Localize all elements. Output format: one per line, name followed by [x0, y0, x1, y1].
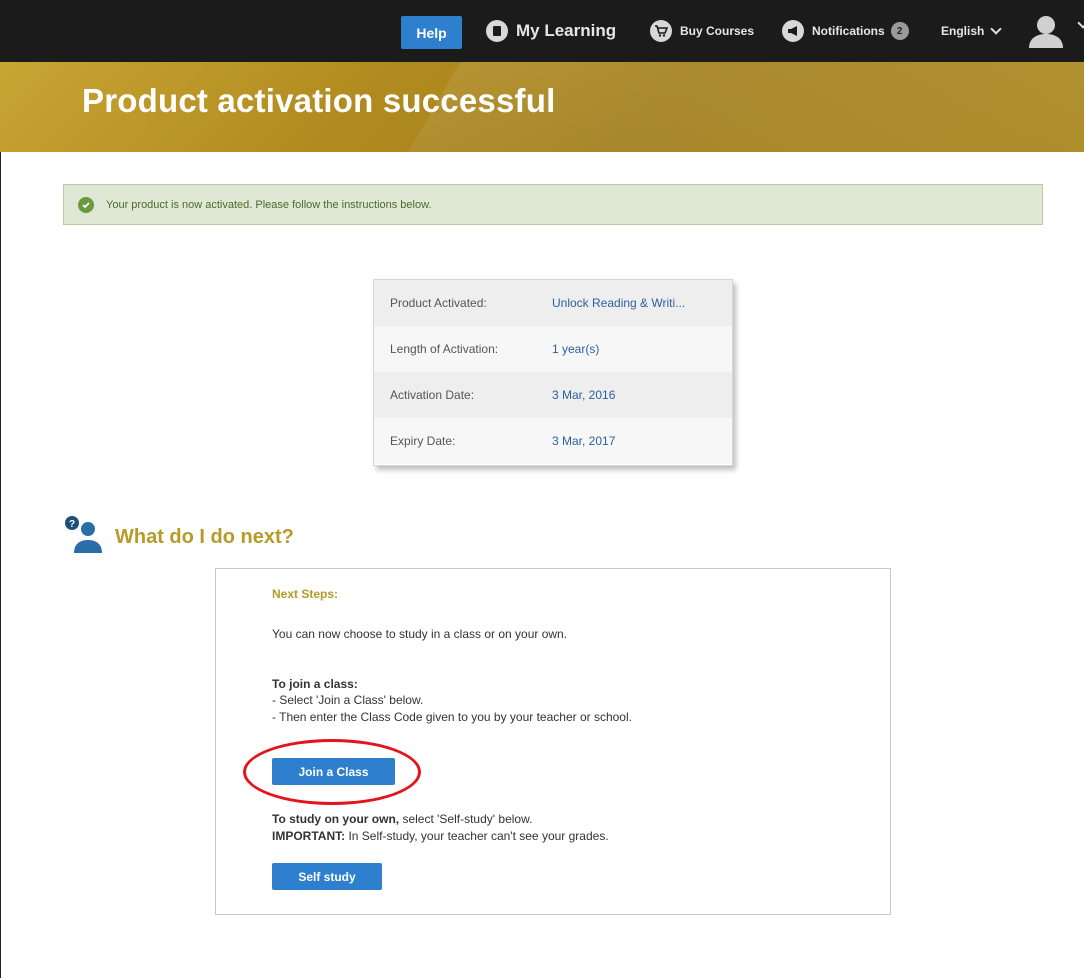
product-info-table: Product Activated: Unlock Reading & Writ…: [373, 279, 733, 466]
self-study-bold: To study on your own,: [272, 812, 400, 826]
success-alert: Your product is now activated. Please fo…: [63, 184, 1043, 225]
megaphone-icon: [782, 20, 804, 42]
self-study-instruction: To study on your own, select 'Self-study…: [272, 812, 532, 826]
info-label: Expiry Date:: [390, 434, 456, 448]
join-class-step: - Select 'Join a Class' below.: [272, 693, 424, 707]
info-row-product: Product Activated: Unlock Reading & Writ…: [374, 280, 732, 326]
next-steps-intro: You can now choose to study in a class o…: [272, 627, 568, 641]
self-study-button[interactable]: Self study: [272, 863, 382, 890]
nav-notifications-label: Notifications: [812, 24, 885, 38]
help-button[interactable]: Help: [401, 16, 462, 49]
info-value: 3 Mar, 2017: [552, 434, 616, 448]
page-banner: Product activation successful: [0, 62, 1084, 152]
cart-icon: [650, 20, 672, 42]
important-text: In Self-study, your teacher can't see yo…: [345, 829, 609, 843]
page-title: Product activation successful: [82, 82, 556, 119]
success-alert-text: Your product is now activated. Please fo…: [106, 198, 432, 211]
info-value: 3 Mar, 2016: [552, 388, 616, 402]
join-class-step: - Then enter the Class Code given to you…: [272, 710, 632, 724]
info-value: 1 year(s): [552, 342, 600, 356]
language-selector[interactable]: English: [941, 0, 1003, 62]
language-label: English: [941, 24, 985, 38]
top-nav-bar: Help My Learning Buy Courses Notificatio…: [0, 0, 1084, 62]
next-section-heading: What do I do next?: [115, 526, 294, 548]
important-note: IMPORTANT: In Self-study, your teacher c…: [272, 829, 609, 843]
nav-buy-courses-label: Buy Courses: [680, 24, 755, 38]
user-menu-chevron-icon[interactable]: [1077, 17, 1084, 29]
user-avatar-icon[interactable]: [1026, 14, 1066, 48]
notification-count-badge: 2: [890, 22, 909, 40]
self-study-text: select 'Self-study' below.: [399, 812, 533, 826]
nav-my-learning-label: My Learning: [516, 21, 617, 40]
info-label: Length of Activation:: [390, 342, 499, 356]
info-value: Unlock Reading & Writi...: [552, 296, 686, 310]
nav-notifications[interactable]: Notifications 2: [782, 0, 909, 62]
info-label: Activation Date:: [390, 388, 475, 402]
next-steps-title: Next Steps:: [272, 587, 339, 601]
chevron-down-icon: [990, 22, 1003, 35]
book-icon: [486, 20, 508, 42]
join-class-heading: To join a class:: [272, 677, 358, 691]
svg-text:?: ?: [69, 519, 75, 530]
important-bold: IMPORTANT:: [272, 829, 346, 843]
help-person-icon: ?: [64, 515, 102, 553]
next-steps-panel: Next Steps: You can now choose to study …: [215, 568, 891, 915]
info-row-activation-date: Activation Date: 3 Mar, 2016: [374, 372, 732, 418]
nav-my-learning[interactable]: My Learning: [486, 0, 616, 62]
nav-buy-courses[interactable]: Buy Courses: [650, 0, 754, 62]
info-row-expiry-date: Expiry Date: 3 Mar, 2017: [374, 418, 732, 464]
check-circle-icon: [78, 196, 94, 213]
info-label: Product Activated:: [390, 296, 487, 310]
info-row-length: Length of Activation: 1 year(s): [374, 326, 732, 372]
join-a-class-button[interactable]: Join a Class: [272, 758, 395, 785]
